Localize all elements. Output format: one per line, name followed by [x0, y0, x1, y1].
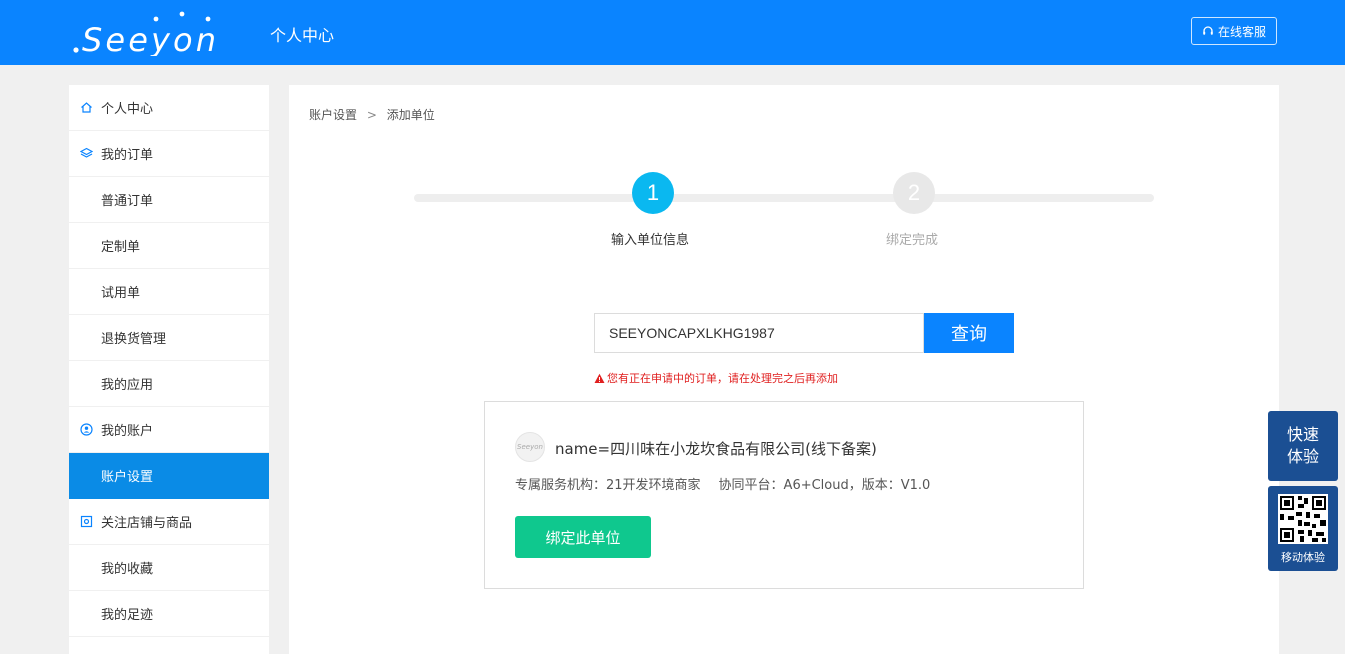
company-logo-text: Seeyon [517, 443, 543, 451]
qr-code-icon [1278, 494, 1328, 544]
sidebar-item-label: 账户设置 [101, 470, 154, 485]
breadcrumb: 账户设置 > 添加单位 [309, 106, 435, 123]
step-1-label: 输入单位信息 [611, 233, 690, 248]
step-1-circle: 1 [632, 172, 674, 214]
warning-message: 您有正在申请中的订单，请在处理完之后再添加 [594, 370, 838, 386]
service-org: 专属服务机构：21开发环境商家 [515, 478, 701, 493]
sidebar-item-label: 我的收藏 [101, 562, 154, 577]
sidebar-item-label: 退换货管理 [101, 332, 167, 347]
sidebar-item-label: 关注店铺与商品 [101, 516, 193, 531]
breadcrumb-parent[interactable]: 账户设置 [309, 108, 357, 122]
quick-experience-button[interactable]: 快速 体验 [1268, 411, 1338, 481]
sidebar-item-favorites[interactable]: 我的收藏 [69, 545, 269, 591]
quick-experience-line2: 体验 [1286, 447, 1319, 466]
query-button[interactable]: 查询 [924, 313, 1014, 353]
sidebar-item-returns[interactable]: 退换货管理 [69, 315, 269, 361]
breadcrumb-separator: > [366, 108, 377, 122]
mobile-experience-panel[interactable]: 移动体验 [1268, 486, 1338, 571]
svg-text:Seeyon: Seeyon [82, 21, 216, 56]
store-icon [80, 515, 93, 528]
sidebar-item-my-orders[interactable]: 我的订单 [69, 131, 269, 177]
company-logo: Seeyon [515, 432, 545, 462]
sidebar-item-label: 普通订单 [101, 194, 154, 209]
sidebar-nav: 个人中心 我的订单 普通订单 定制单 试用单 退换货管理 我的应用 我的账户 账… [69, 85, 269, 654]
breadcrumb-current: 添加单位 [386, 108, 435, 122]
headset-icon [1203, 26, 1213, 35]
seeyon-logo[interactable]: Seeyon [72, 10, 222, 56]
sidebar-item-normal-orders[interactable]: 普通订单 [69, 177, 269, 223]
sidebar-item-personal-center[interactable]: 个人中心 [69, 85, 269, 131]
header-title: 个人中心 [270, 26, 335, 45]
step-2-circle: 2 [893, 172, 935, 214]
unit-code-input[interactable] [594, 313, 924, 353]
layers-icon [80, 147, 93, 160]
unit-result-card: Seeyon name=四川味在小龙坎食品有限公司(线下备案) 专属服务机构：2… [484, 401, 1084, 589]
sidebar-item-history[interactable]: 我的足迹 [69, 591, 269, 637]
company-name: name=四川味在小龙坎食品有限公司(线下备案) [555, 440, 877, 458]
quick-experience-line1: 快速 [1286, 425, 1319, 444]
sidebar-item-trial-orders[interactable]: 试用单 [69, 269, 269, 315]
main-panel: 账户设置 > 添加单位 1 2 输入单位信息 绑定完成 查询 您有正在申请中的订… [289, 85, 1279, 654]
sidebar-item-label: 我的应用 [101, 378, 154, 393]
account-icon [80, 423, 93, 436]
sidebar-item-label: 我的账户 [101, 424, 154, 439]
bind-unit-button[interactable]: 绑定此单位 [515, 516, 651, 558]
sidebar-item-account-settings[interactable]: 账户设置 [69, 453, 269, 499]
online-support-button[interactable]: 在线客服 [1191, 17, 1277, 45]
sidebar-item-my-apps[interactable]: 我的应用 [69, 361, 269, 407]
sidebar-item-followed-stores[interactable]: 关注店铺与商品 [69, 499, 269, 545]
progress-track [414, 194, 1154, 202]
sidebar-item-custom-orders[interactable]: 定制单 [69, 223, 269, 269]
step-2-label: 绑定完成 [886, 233, 939, 248]
online-support-label: 在线客服 [1217, 24, 1266, 39]
company-meta: 专属服务机构：21开发环境商家 协同平台：A6+Cloud，版本：V1.0 [515, 474, 930, 493]
sidebar-item-label: 我的订单 [101, 148, 154, 163]
sidebar-item-label: 试用单 [101, 286, 141, 301]
home-icon [80, 101, 93, 114]
sidebar-item-my-account[interactable]: 我的账户 [69, 407, 269, 453]
warning-text: 您有正在申请中的订单，请在处理完之后再添加 [607, 372, 838, 385]
platform-version: 协同平台：A6+Cloud，版本：V1.0 [718, 478, 931, 493]
sidebar-item-label: 定制单 [101, 240, 141, 255]
sidebar-item-label: 个人中心 [101, 102, 154, 117]
mobile-experience-label: 移动体验 [1281, 551, 1325, 564]
sidebar-item-label: 我的足迹 [101, 608, 154, 623]
top-header: Seeyon 个人中心 在线客服 [0, 0, 1345, 65]
warning-triangle-icon [594, 373, 605, 383]
